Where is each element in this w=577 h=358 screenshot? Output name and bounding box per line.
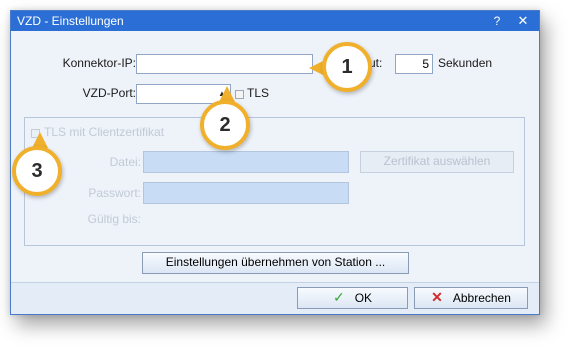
connector-ip-label: Konnektor-IP: xyxy=(62,56,136,70)
window-title: VZD - Einstellungen xyxy=(17,14,124,28)
apply-from-station-button[interactable]: Einstellungen übernehmen von Station ... xyxy=(142,252,409,274)
port-label: VZD-Port: xyxy=(82,86,136,100)
tls-label: TLS xyxy=(247,86,270,100)
checkmark-icon: ✓ xyxy=(332,289,345,305)
tls-checkbox[interactable] xyxy=(235,90,244,99)
cancel-label: Abbrechen xyxy=(452,291,511,305)
title-bar: VZD - Einstellungen ? ✕ xyxy=(11,11,539,31)
file-label: Datei: xyxy=(109,155,141,169)
timeout-unit-label: Sekunden xyxy=(438,56,493,70)
settings-dialog: VZD - Einstellungen ? ✕ Konnektor-IP: ut… xyxy=(10,10,540,315)
timeout-input[interactable] xyxy=(395,54,433,74)
password-input[interactable] xyxy=(143,182,349,204)
cancel-button[interactable]: ✕ Abbrechen xyxy=(414,287,528,309)
valid-until-label: Gültig bis: xyxy=(87,212,141,226)
callout-1-badge: 1 xyxy=(322,42,372,92)
close-button[interactable]: ✕ xyxy=(511,11,535,31)
password-label: Passwort: xyxy=(88,186,141,200)
connector-ip-input[interactable] xyxy=(136,54,313,74)
cross-icon: ✕ xyxy=(431,289,443,305)
help-button[interactable]: ? xyxy=(485,11,509,31)
ok-button[interactable]: ✓ OK xyxy=(297,287,408,309)
client-cert-label: TLS mit Clientzertifikat xyxy=(44,125,165,139)
file-input[interactable] xyxy=(143,151,349,173)
ok-label: OK xyxy=(354,291,373,305)
select-certificate-button[interactable]: Zertifikat auswählen xyxy=(360,151,514,173)
callout-2-badge: 2 xyxy=(200,100,250,150)
callout-3-badge: 3 xyxy=(12,146,62,196)
stage: VZD - Einstellungen ? ✕ Konnektor-IP: ut… xyxy=(0,0,577,358)
